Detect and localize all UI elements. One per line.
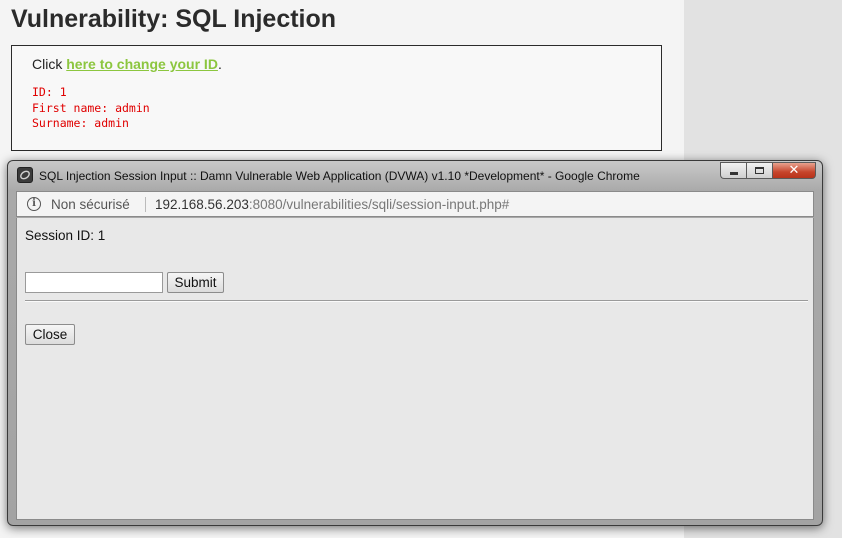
session-id-input[interactable]: [25, 272, 163, 293]
url-text[interactable]: 192.168.56.203:8080/vulnerabilities/sqli…: [155, 197, 509, 212]
close-icon: ✕: [788, 163, 800, 178]
url-path: :8080/vulnerabilities/sqli/session-input…: [248, 197, 510, 212]
click-prefix: Click: [32, 56, 67, 72]
maximize-button[interactable]: [746, 162, 772, 179]
address-bar[interactable]: i Non sécurisé 192.168.56.203:8080/vulne…: [16, 191, 814, 217]
close-button[interactable]: Close: [25, 324, 75, 345]
divider: [25, 300, 808, 302]
window-title: SQL Injection Session Input :: Damn Vuln…: [39, 169, 640, 183]
url-host: 192.168.56.203: [155, 197, 249, 212]
change-id-link[interactable]: here to change your ID: [66, 56, 218, 72]
result-first-name: First name: admin: [32, 100, 150, 115]
minimize-icon: [730, 172, 738, 175]
session-input-popup-window: SQL Injection Session Input :: Damn Vuln…: [7, 160, 823, 526]
submit-button[interactable]: Submit: [167, 272, 224, 293]
change-id-line: Click here to change your ID.: [32, 56, 222, 72]
security-status-label[interactable]: Non sécurisé: [51, 197, 130, 212]
result-id: ID: 1: [32, 85, 67, 99]
close-window-button[interactable]: ✕: [772, 162, 816, 179]
info-icon[interactable]: i: [27, 197, 41, 211]
address-separator: [145, 197, 146, 212]
result-surname: Surname: admin: [32, 116, 129, 130]
query-result: ID: 1 First name: admin Surname: admin: [32, 85, 150, 132]
minimize-button[interactable]: [720, 162, 746, 179]
click-suffix: .: [217, 56, 222, 72]
session-id-text: Session ID: 1: [25, 228, 106, 243]
window-titlebar[interactable]: SQL Injection Session Input :: Damn Vuln…: [8, 161, 822, 189]
vulnerability-box: Click here to change your ID. ID: 1 Firs…: [11, 45, 662, 151]
maximize-icon: [755, 167, 764, 174]
popup-content: Session ID: 1 Submit Close: [16, 218, 814, 520]
window-controls: ✕: [720, 162, 816, 180]
chrome-app-icon: [17, 167, 33, 183]
page-title: Vulnerability: SQL Injection: [11, 5, 337, 33]
